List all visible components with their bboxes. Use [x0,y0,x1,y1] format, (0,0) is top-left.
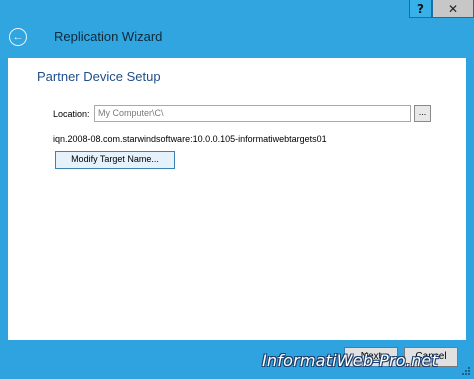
location-input[interactable]: My Computer\C\ [94,105,411,122]
back-button[interactable]: ← [9,28,27,46]
modify-target-name-button[interactable]: Modify Target Name... [55,151,175,169]
title-bar: ? ✕ ← Replication Wizard [0,0,474,58]
window-title: Replication Wizard [54,29,163,44]
target-iqn-text: iqn.2008-08.com.starwindsoftware:10.0.0.… [53,134,327,144]
close-button[interactable]: ✕ [432,0,474,18]
wizard-content-panel: Partner Device Setup Location: My Comput… [8,58,466,340]
browse-button[interactable]: ... [414,105,431,122]
resize-grip-icon[interactable] [459,364,471,376]
watermark: InformatiWeb-Pro.net [262,351,438,370]
page-heading: Partner Device Setup [37,69,161,84]
replication-wizard-window: ? ✕ ← Replication Wizard Partner Device … [0,0,474,379]
help-button[interactable]: ? [409,0,432,18]
back-arrow-icon: ← [12,30,24,43]
location-label: Location: [53,109,90,119]
